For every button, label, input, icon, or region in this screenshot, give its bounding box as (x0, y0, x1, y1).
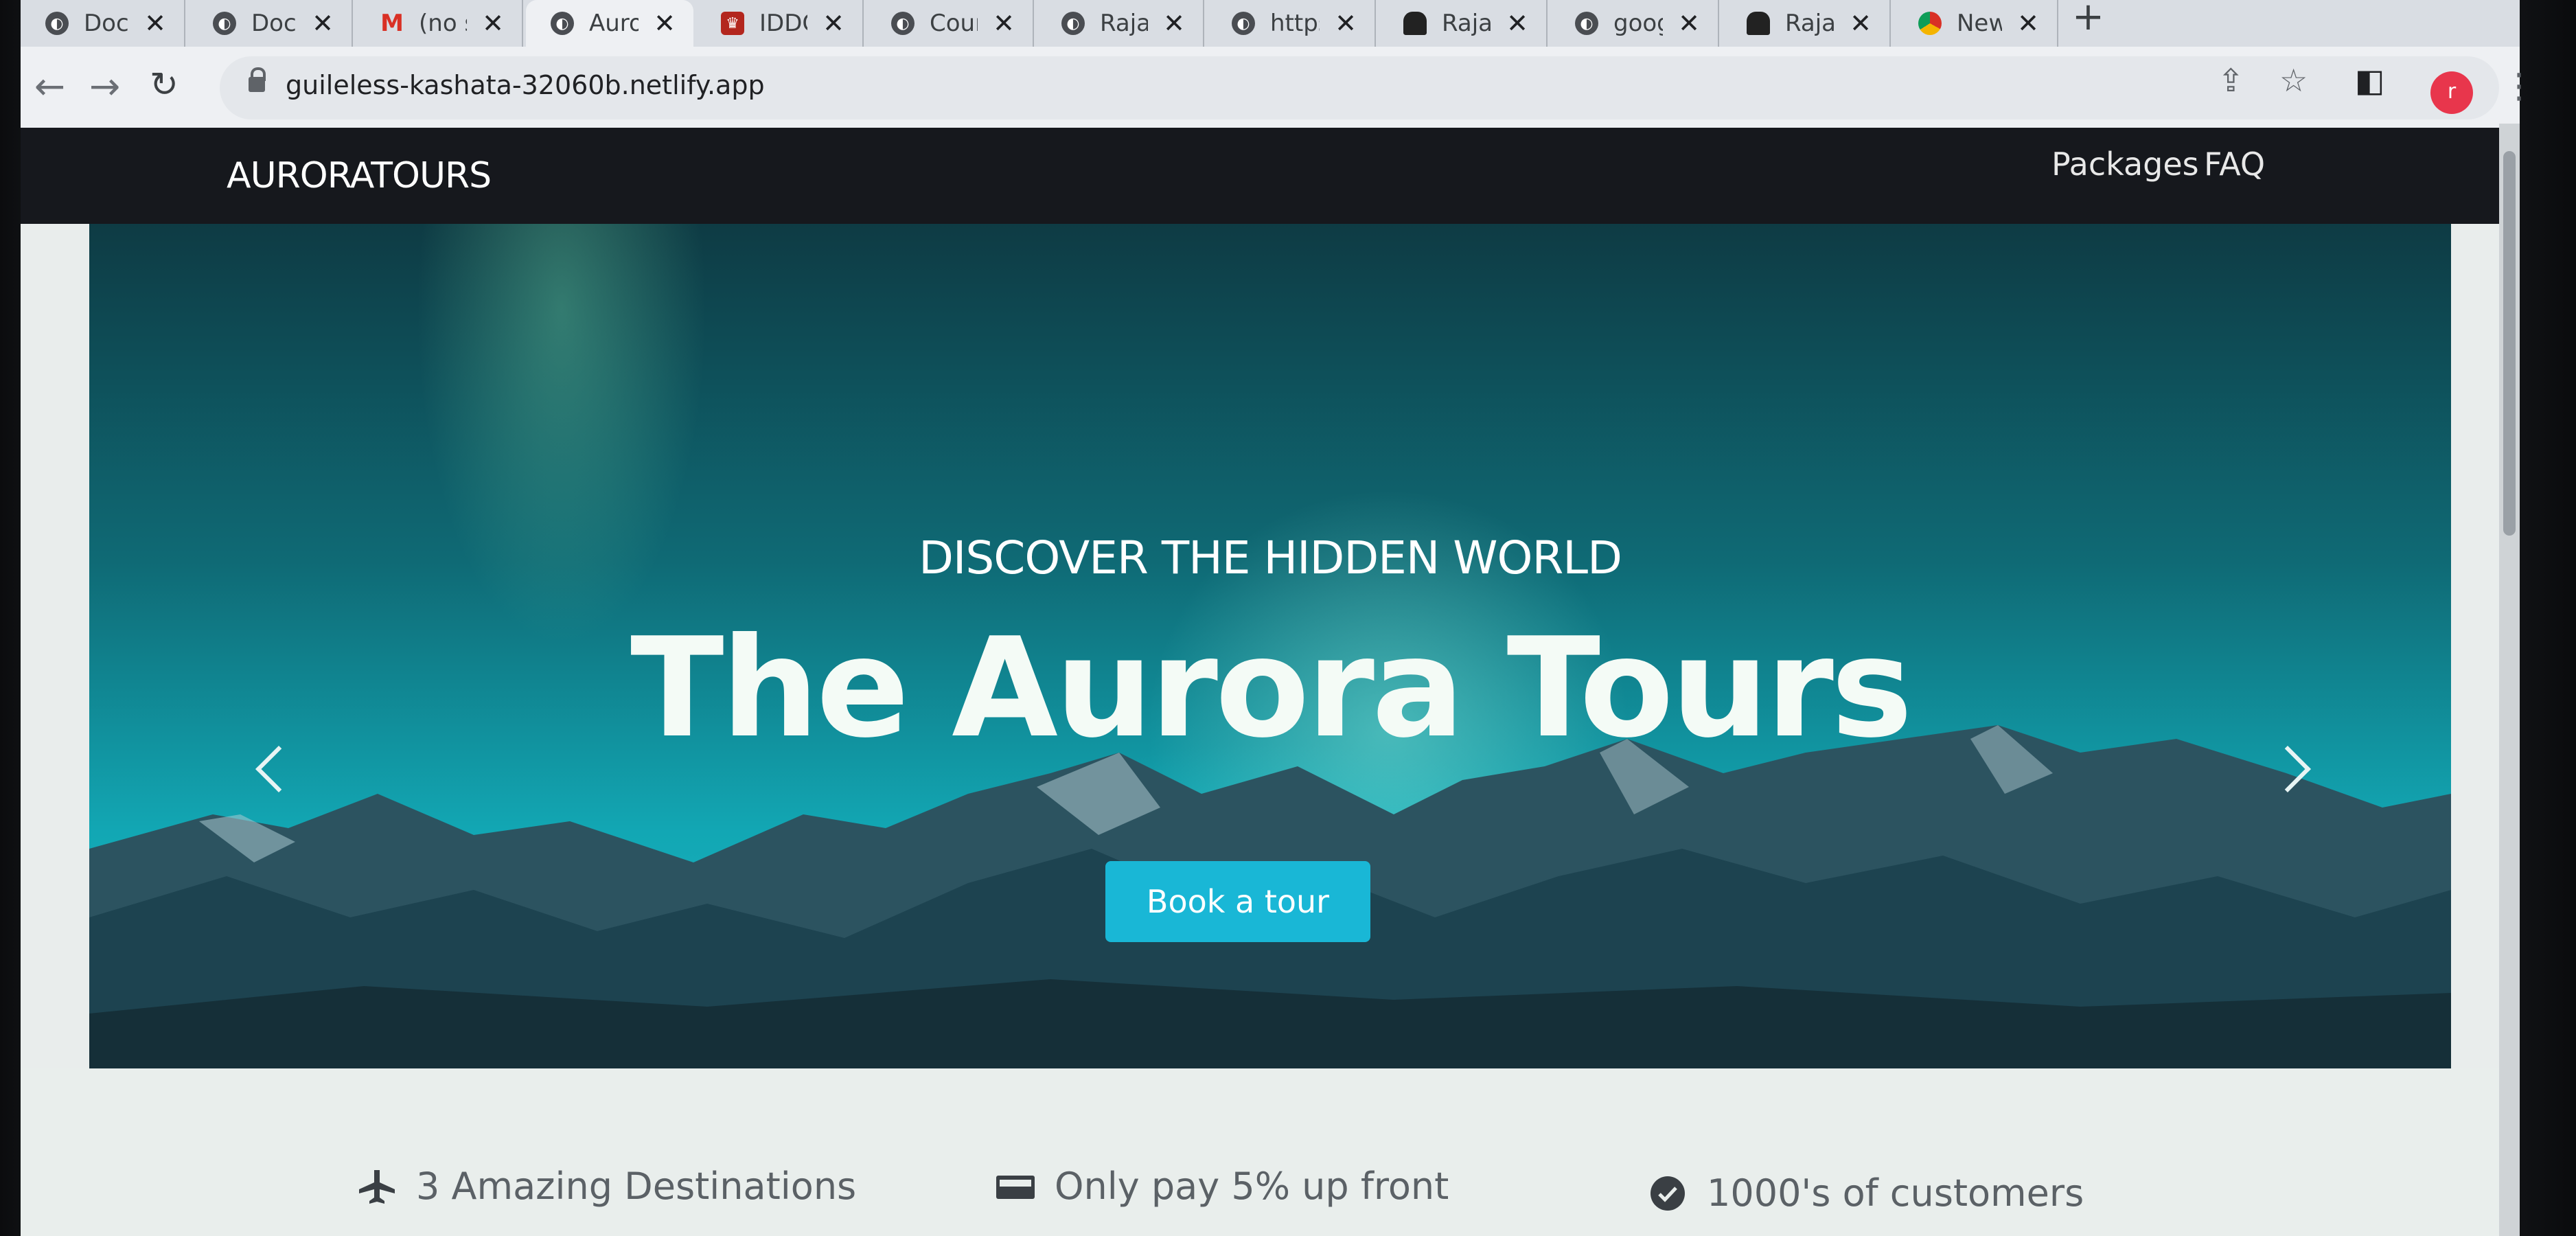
tab-docu-2[interactable]: ◐ Docu ✕ (188, 0, 353, 47)
globe-icon: ◐ (1232, 12, 1255, 35)
feature-destinations: 3 Amazing Destinations (357, 1165, 856, 1208)
webpage: AURORATOURS Packages FAQ DISCOVER THE HI… (21, 128, 2520, 1236)
browser-toolbar: ← → ↻ guileless-kashata-32060b.netlify.a… (21, 47, 2536, 128)
close-icon[interactable]: ✕ (654, 8, 676, 38)
tab-new[interactable]: New ✕ (1894, 0, 2058, 47)
close-icon[interactable]: ✕ (312, 8, 334, 38)
chrome-icon (1918, 12, 1942, 35)
back-icon[interactable]: ← (34, 65, 65, 108)
share-icon[interactable]: ⇪ (2218, 62, 2244, 99)
feature-pricing: Only pay 5% up front (996, 1165, 1449, 1208)
tab-iddc[interactable]: ♛ IDDC ✕ (696, 0, 864, 47)
tab-gmail[interactable]: M (no s ✕ (356, 0, 523, 47)
hero-carousel: DISCOVER THE HIDDEN WORLD The Aurora Tou… (89, 224, 2451, 1068)
tab-title: Rajat (1100, 10, 1149, 37)
globe-icon: ◐ (213, 12, 236, 35)
site-navbar: AURORATOURS Packages FAQ (21, 128, 2520, 224)
globe-icon: ◐ (45, 12, 69, 35)
airplane-icon (357, 1169, 397, 1204)
close-icon[interactable]: ✕ (2017, 8, 2039, 38)
star-icon[interactable]: ☆ (2279, 62, 2308, 99)
tab-title: Docu (84, 10, 129, 37)
tab-docu-1[interactable]: ◐ Docu ✕ (21, 0, 185, 47)
idd-icon: ♛ (721, 12, 744, 35)
close-icon[interactable]: ✕ (482, 8, 504, 38)
url-text[interactable]: guileless-kashata-32060b.netlify.app (286, 70, 765, 100)
person-icon (1747, 12, 1770, 35)
feature-label: 1000's of customers (1707, 1171, 2084, 1215)
globe-icon: ◐ (1575, 12, 1598, 35)
reload-icon[interactable]: ↻ (150, 65, 179, 104)
sidepanel-icon[interactable]: ◧ (2355, 62, 2384, 99)
tab-title: Cour (930, 10, 978, 37)
nav-link-packages[interactable]: Packages (2051, 146, 2199, 183)
tab-title: IDDC (759, 10, 807, 37)
feature-customers: 1000's of customers (1648, 1171, 2084, 1215)
tab-title: https (1270, 10, 1320, 37)
tab-cour[interactable]: ◐ Cour ✕ (866, 0, 1034, 47)
close-icon[interactable]: ✕ (144, 8, 166, 38)
scrollbar-thumb[interactable] (2503, 151, 2516, 536)
tab-title: (no s (419, 10, 467, 37)
tab-aurora-active[interactable]: ◐ Auro ✕ (526, 0, 693, 47)
tab-title: Rajat (1785, 10, 1835, 37)
close-icon[interactable]: ✕ (1850, 8, 1872, 38)
menu-icon[interactable]: ⋮ (2502, 66, 2536, 106)
tab-rajat-1[interactable]: ◐ Rajat ✕ (1037, 0, 1204, 47)
hero-title: The Aurora Tours (630, 608, 1913, 768)
address-bar[interactable]: guileless-kashata-32060b.netlify.app (220, 56, 2499, 119)
close-icon[interactable]: ✕ (1163, 8, 1185, 38)
tab-https[interactable]: ◐ https ✕ (1207, 0, 1376, 47)
features-strip: 3 Amazing Destinations Only pay 5% up fr… (21, 1068, 2520, 1236)
hero-subtitle: DISCOVER THE HIDDEN WORLD (919, 531, 1622, 584)
person-icon (1403, 12, 1427, 35)
avatar[interactable]: r (2430, 71, 2473, 114)
brand-logo[interactable]: AURORATOURS (227, 155, 492, 196)
close-icon[interactable]: ✕ (993, 8, 1015, 38)
money-icon (996, 1169, 1035, 1204)
globe-icon: ◐ (1061, 12, 1085, 35)
close-icon[interactable]: ✕ (823, 8, 844, 38)
close-icon[interactable]: ✕ (1335, 8, 1357, 38)
tab-title: Docu (251, 10, 297, 37)
feature-label: 3 Amazing Destinations (416, 1165, 857, 1208)
tab-title: Rajat (1442, 10, 1492, 37)
close-icon[interactable]: ✕ (1506, 8, 1528, 38)
tab-strip: ◐ Docu ✕ ◐ Docu ✕ M (no s ✕ ◐ Auro ✕ ♛ I… (21, 0, 2520, 49)
feature-label: Only pay 5% up front (1055, 1165, 1449, 1208)
forward-icon[interactable]: → (89, 65, 120, 108)
nav-link-faq[interactable]: FAQ (2204, 146, 2265, 183)
book-tour-button[interactable]: Book a tour (1105, 861, 1370, 942)
close-icon[interactable]: ✕ (1678, 8, 1700, 38)
globe-icon: ◐ (891, 12, 915, 35)
tab-title: goog (1613, 10, 1663, 37)
gmail-icon: M (380, 10, 404, 37)
globe-icon: ◐ (551, 12, 574, 35)
tab-goog[interactable]: ◐ goog ✕ (1550, 0, 1719, 47)
verified-badge-icon (1648, 1176, 1688, 1211)
tab-rajat-2[interactable]: Rajat ✕ (1379, 0, 1548, 47)
tab-rajat-3[interactable]: Rajat ✕ (1722, 0, 1891, 47)
tab-title: Auro (589, 10, 639, 37)
new-tab-button[interactable]: + (2072, 0, 2104, 39)
lock-icon[interactable] (249, 67, 266, 96)
tab-title: New (1957, 10, 2003, 37)
